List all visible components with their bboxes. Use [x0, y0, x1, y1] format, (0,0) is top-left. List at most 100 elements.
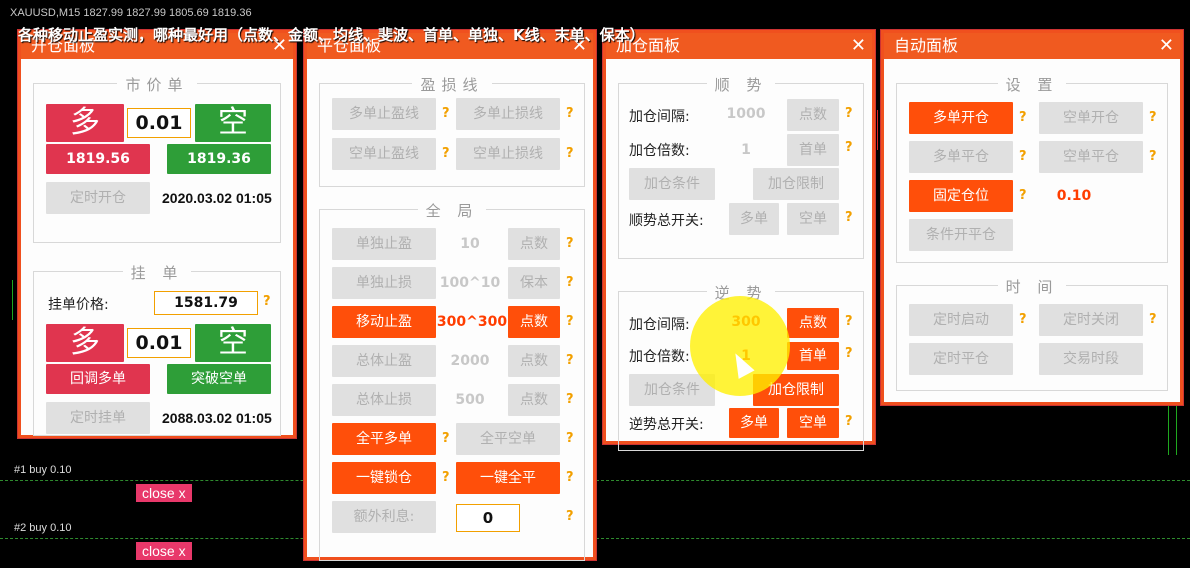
- single-tp-value[interactable]: 10: [438, 236, 502, 252]
- help-icon[interactable]: ?: [442, 146, 450, 161]
- add-condition-button[interactable]: 加仓条件: [629, 168, 715, 200]
- timed-open-date: 2020.03.02 01:05: [162, 190, 272, 206]
- breakout-sell-button[interactable]: 突破空单: [167, 364, 271, 394]
- trend-sell-toggle[interactable]: 空单: [787, 203, 839, 235]
- timed-stop-button[interactable]: 定时关闭: [1039, 304, 1143, 336]
- buy-sl-line-button[interactable]: 多单止损线: [456, 98, 560, 130]
- total-tp-value[interactable]: 2000: [438, 353, 502, 369]
- chart-symbol-info: XAUUSD,M15 1827.99 1827.99 1805.69 1819.…: [10, 7, 252, 19]
- counter-switch-label: 逆势总开关:: [629, 417, 704, 433]
- pending-price-label: 挂单价格:: [48, 297, 109, 313]
- help-icon[interactable]: ?: [566, 509, 574, 524]
- timed-close-button[interactable]: 定时平仓: [909, 343, 1013, 375]
- trading-hours-button[interactable]: 交易时段: [1039, 343, 1143, 375]
- auto-buy-close-button[interactable]: 多单平仓: [909, 141, 1013, 173]
- interval-mode-button[interactable]: 点数: [787, 99, 839, 131]
- trend-buy-toggle[interactable]: 多单: [729, 203, 779, 235]
- single-sl-mode-button[interactable]: 保本: [508, 267, 560, 299]
- buy-tp-line-button[interactable]: 多单止盈线: [332, 98, 436, 130]
- extra-interest-input[interactable]: 0: [456, 504, 520, 532]
- auto-panel-title: 自动面板: [894, 36, 959, 55]
- help-icon[interactable]: ?: [566, 146, 574, 161]
- fixed-lot-button[interactable]: 固定仓位: [909, 180, 1013, 212]
- auto-buy-open-button[interactable]: 多单开仓: [909, 102, 1013, 134]
- auto-sell-open-button[interactable]: 空单开仓: [1039, 102, 1143, 134]
- total-sl-button[interactable]: 总体止损: [332, 384, 436, 416]
- help-icon[interactable]: ?: [442, 470, 450, 485]
- timed-pending-button[interactable]: 定时挂单: [46, 402, 150, 434]
- help-icon[interactable]: ?: [566, 353, 574, 368]
- interval-value[interactable]: 1000: [719, 106, 773, 122]
- help-icon[interactable]: ?: [1019, 188, 1027, 203]
- market-sell-button[interactable]: 空: [195, 104, 271, 142]
- help-icon[interactable]: ?: [442, 431, 450, 446]
- extra-interest-button[interactable]: 额外利息:: [332, 501, 436, 533]
- help-icon[interactable]: ?: [845, 106, 853, 121]
- help-icon[interactable]: ?: [442, 106, 450, 121]
- help-icon[interactable]: ?: [566, 392, 574, 407]
- help-icon[interactable]: ?: [1019, 312, 1027, 327]
- close-all-buy-button[interactable]: 全平多单: [332, 423, 436, 455]
- total-tp-button[interactable]: 总体止盈: [332, 345, 436, 377]
- close-all-sell-button[interactable]: 全平空单: [456, 423, 560, 455]
- counter-buy-toggle[interactable]: 多单: [729, 408, 779, 438]
- pullback-buy-button[interactable]: 回调多单: [46, 364, 150, 394]
- trailing-tp-value[interactable]: 300^300: [436, 314, 508, 330]
- close-order-2-button[interactable]: close x: [136, 542, 192, 560]
- help-icon[interactable]: ?: [263, 294, 271, 309]
- help-icon[interactable]: ?: [566, 431, 574, 446]
- help-icon[interactable]: ?: [845, 346, 853, 361]
- help-icon[interactable]: ?: [566, 106, 574, 121]
- single-tp-mode-button[interactable]: 点数: [508, 228, 560, 260]
- help-icon[interactable]: ?: [566, 236, 574, 251]
- total-sl-value[interactable]: 500: [438, 392, 502, 408]
- timed-start-button[interactable]: 定时启动: [909, 304, 1013, 336]
- pending-price-input[interactable]: 1581.79: [154, 291, 258, 315]
- close-icon[interactable]: ✕: [851, 33, 866, 59]
- help-icon[interactable]: ?: [566, 314, 574, 329]
- total-tp-mode-button[interactable]: 点数: [508, 345, 560, 377]
- sell-tp-line-button[interactable]: 空单止盈线: [332, 138, 436, 170]
- pending-buy-button[interactable]: 多: [46, 324, 124, 362]
- help-icon[interactable]: ?: [566, 275, 574, 290]
- single-sl-button[interactable]: 单独止损: [332, 267, 436, 299]
- help-icon[interactable]: ?: [1149, 312, 1157, 327]
- single-tp-button[interactable]: 单独止盈: [332, 228, 436, 260]
- trailing-tp-mode-button[interactable]: 点数: [508, 306, 560, 338]
- one-click-lock-button[interactable]: 一键锁仓: [332, 462, 436, 494]
- add-panel-header[interactable]: 加仓面板 ✕: [606, 33, 872, 59]
- single-sl-value[interactable]: 100^10: [438, 275, 502, 291]
- help-icon[interactable]: ?: [566, 470, 574, 485]
- help-icon[interactable]: ?: [1019, 149, 1027, 164]
- buy-price-button[interactable]: 1819.56: [46, 144, 150, 174]
- close-order-1-button[interactable]: close x: [136, 484, 192, 502]
- fixed-lot-value[interactable]: 0.10: [1047, 188, 1101, 204]
- counter-interval-mode-button[interactable]: 点数: [787, 308, 839, 338]
- help-icon[interactable]: ?: [1149, 110, 1157, 125]
- help-icon[interactable]: ?: [845, 314, 853, 329]
- auto-panel-header[interactable]: 自动面板 ✕: [884, 33, 1180, 59]
- total-sl-mode-button[interactable]: 点数: [508, 384, 560, 416]
- multiple-value[interactable]: 1: [719, 142, 773, 158]
- trailing-tp-button[interactable]: 移动止盈: [332, 306, 436, 338]
- timed-open-button[interactable]: 定时开仓: [46, 182, 150, 214]
- counter-multiple-mode-button[interactable]: 首单: [787, 342, 839, 370]
- market-lot-input[interactable]: 0.01: [127, 108, 191, 138]
- sell-price-button[interactable]: 1819.36: [167, 144, 271, 174]
- help-icon[interactable]: ?: [845, 140, 853, 155]
- close-icon[interactable]: ✕: [1159, 33, 1174, 59]
- counter-sell-toggle[interactable]: 空单: [787, 408, 839, 438]
- market-buy-button[interactable]: 多: [46, 104, 124, 142]
- help-icon[interactable]: ?: [845, 210, 853, 225]
- one-click-close-all-button[interactable]: 一键全平: [456, 462, 560, 494]
- pending-lot-input[interactable]: 0.01: [127, 328, 191, 358]
- conditional-open-close-button[interactable]: 条件开平仓: [909, 219, 1013, 251]
- help-icon[interactable]: ?: [845, 414, 853, 429]
- auto-sell-close-button[interactable]: 空单平仓: [1039, 141, 1143, 173]
- add-limit-button[interactable]: 加仓限制: [753, 168, 839, 200]
- sell-sl-line-button[interactable]: 空单止损线: [456, 138, 560, 170]
- pending-sell-button[interactable]: 空: [195, 324, 271, 362]
- help-icon[interactable]: ?: [1149, 149, 1157, 164]
- multiple-mode-button[interactable]: 首单: [787, 134, 839, 166]
- help-icon[interactable]: ?: [1019, 110, 1027, 125]
